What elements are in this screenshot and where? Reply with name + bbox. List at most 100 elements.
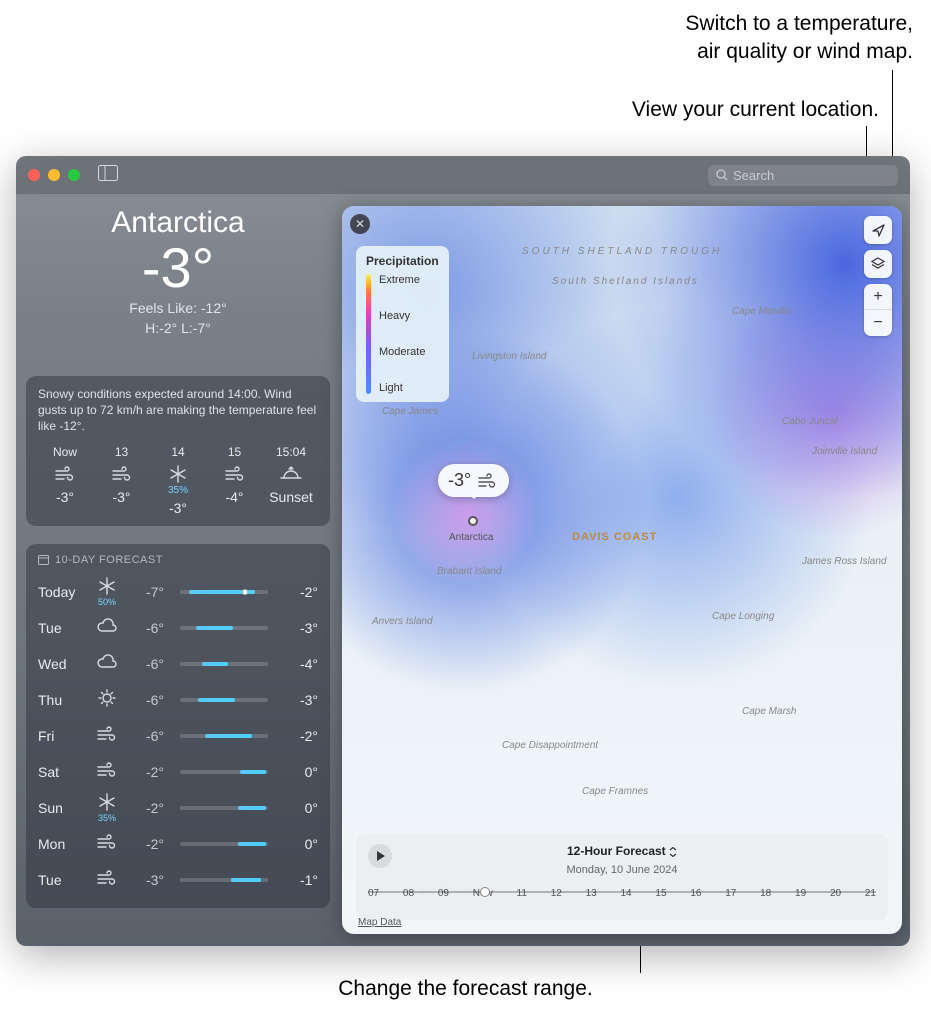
day-name: Wed bbox=[38, 656, 84, 672]
day-name: Mon bbox=[38, 836, 84, 852]
timeline-thumb[interactable] bbox=[480, 887, 490, 897]
pin-temperature: -3° bbox=[448, 470, 471, 491]
close-window-button[interactable] bbox=[28, 169, 40, 181]
map-label: Cape Marsh bbox=[742, 706, 796, 717]
timeline-slider[interactable]: 070809Now1112131415161718192021 bbox=[368, 888, 876, 914]
calendar-icon bbox=[38, 554, 49, 565]
forecast-day-row[interactable]: Today50%-7°-2° bbox=[38, 574, 318, 610]
timeline-tick: 19 bbox=[795, 888, 806, 899]
search-icon bbox=[716, 169, 728, 181]
ten-day-card[interactable]: 10-DAY FORECAST Today50%-7°-2°Tue-6°-3°W… bbox=[26, 544, 330, 908]
legend-title: Precipitation bbox=[366, 254, 439, 268]
location-name: Antarctica bbox=[26, 206, 330, 240]
day-high: -2° bbox=[284, 728, 318, 744]
current-temperature: -3° bbox=[26, 240, 330, 296]
hourly-item: 1435%-3° bbox=[151, 445, 205, 516]
day-low: -6° bbox=[130, 656, 164, 672]
sidebar-toggle-button[interactable] bbox=[98, 165, 118, 186]
day-high: 0° bbox=[284, 764, 318, 780]
wind-icon bbox=[95, 463, 149, 485]
temp-range-bar bbox=[180, 770, 268, 774]
day-name: Tue bbox=[38, 872, 84, 888]
titlebar: Search bbox=[16, 156, 910, 194]
map-data-link[interactable]: Map Data bbox=[358, 917, 401, 928]
wind-icon bbox=[477, 473, 497, 489]
timeline-tick: 11 bbox=[517, 888, 527, 899]
fullscreen-window-button[interactable] bbox=[68, 169, 80, 181]
hourly-item: 15-4° bbox=[208, 445, 262, 516]
day-name: Sun bbox=[38, 800, 84, 816]
day-low: -6° bbox=[130, 692, 164, 708]
forecast-day-row[interactable]: Sat-2°0° bbox=[38, 754, 318, 790]
wind-icon bbox=[208, 463, 262, 485]
play-icon bbox=[376, 851, 385, 861]
map-label: Cape Longing bbox=[712, 611, 774, 622]
temp-range-bar bbox=[180, 842, 268, 846]
locate-me-button[interactable] bbox=[864, 216, 892, 244]
sunset-icon bbox=[264, 463, 318, 485]
day-low: -2° bbox=[130, 836, 164, 852]
forecast-day-row[interactable]: Wed-6°-4° bbox=[38, 646, 318, 682]
location-pin[interactable]: -3° bbox=[438, 464, 509, 497]
forecast-day-row[interactable]: Sun 35% -2° 0° bbox=[38, 790, 318, 826]
snow-icon: 35% bbox=[92, 793, 122, 823]
hourly-row: Now-3°13-3°1435%-3°15-4°15:04Sunset bbox=[38, 445, 318, 516]
day-high: 0° bbox=[284, 800, 318, 816]
hourly-card[interactable]: Snowy conditions expected around 14:00. … bbox=[26, 376, 330, 526]
wind-icon bbox=[38, 463, 92, 485]
precipitation-legend: Precipitation ExtremeHeavyModerateLight bbox=[356, 246, 449, 402]
pin-label: Antarctica bbox=[449, 532, 493, 543]
map-label: Cape James bbox=[382, 406, 438, 417]
map-label: Cape Framnes bbox=[582, 786, 648, 797]
day-high: 0° bbox=[284, 836, 318, 852]
timeline-tick: 20 bbox=[830, 888, 841, 899]
timeline-tick: 21 bbox=[865, 888, 876, 899]
day-low: -6° bbox=[130, 728, 164, 744]
forecast-range-label: 12-Hour Forecast bbox=[567, 844, 666, 858]
map-layers-button[interactable] bbox=[864, 250, 892, 278]
day-name: Sat bbox=[38, 764, 84, 780]
location-arrow-icon bbox=[871, 223, 886, 238]
sun-icon bbox=[92, 689, 122, 710]
wind-icon bbox=[92, 834, 122, 853]
map-label: South Shetland Islands bbox=[552, 276, 699, 287]
callout-location: View your current location. bbox=[632, 96, 879, 124]
ten-day-list: Today50%-7°-2°Tue-6°-3°Wed-6°-4°Thu-6°-3… bbox=[38, 574, 318, 898]
forecast-day-row[interactable]: Thu -6° -3° bbox=[38, 682, 318, 718]
map-label: Cabo Juncal bbox=[782, 416, 838, 427]
day-low: -3° bbox=[130, 872, 164, 888]
hourly-item: Now-3° bbox=[38, 445, 92, 516]
zoom-out-button[interactable]: − bbox=[864, 310, 892, 336]
zoom-in-button[interactable]: + bbox=[864, 284, 892, 310]
minimize-window-button[interactable] bbox=[48, 169, 60, 181]
day-low: -2° bbox=[130, 800, 164, 816]
map-label: Cape Melville bbox=[732, 306, 792, 317]
conditions-summary: Snowy conditions expected around 14:00. … bbox=[38, 386, 318, 435]
map-pane[interactable]: SOUTH SHETLAND TROUGH South Shetland Isl… bbox=[342, 206, 902, 934]
legend-level: Extreme bbox=[379, 274, 425, 286]
pin-dot bbox=[468, 516, 478, 526]
play-button[interactable] bbox=[368, 844, 392, 868]
hourly-item: 13-3° bbox=[95, 445, 149, 516]
chevron-updown-icon bbox=[669, 847, 677, 857]
forecast-range-selector[interactable]: 12-Hour Forecast bbox=[567, 844, 677, 858]
forecast-day-row[interactable]: Tue-6°-3° bbox=[38, 610, 318, 646]
forecast-day-row[interactable]: Tue-3°-1° bbox=[38, 862, 318, 898]
wind-icon bbox=[92, 726, 122, 745]
map-label: Cape Disappointment bbox=[502, 740, 598, 751]
temp-range-bar bbox=[180, 698, 268, 702]
forecast-day-row[interactable]: Fri -6° -2° bbox=[38, 718, 318, 754]
day-name: Fri bbox=[38, 728, 84, 744]
forecast-day-row[interactable]: Mon -2° 0° bbox=[38, 826, 318, 862]
map-label: Brabant Island bbox=[437, 566, 502, 577]
snow-icon bbox=[151, 463, 205, 485]
day-high: -3° bbox=[284, 692, 318, 708]
day-high: -2° bbox=[284, 584, 318, 600]
search-field[interactable]: Search bbox=[708, 165, 898, 186]
close-map-button[interactable]: ✕ bbox=[350, 214, 370, 234]
temp-range-bar bbox=[180, 806, 268, 810]
wind-icon bbox=[92, 762, 122, 781]
map-label: Joinville Island bbox=[812, 446, 877, 457]
timeline-tick: 08 bbox=[403, 888, 414, 899]
day-name: Thu bbox=[38, 692, 84, 708]
